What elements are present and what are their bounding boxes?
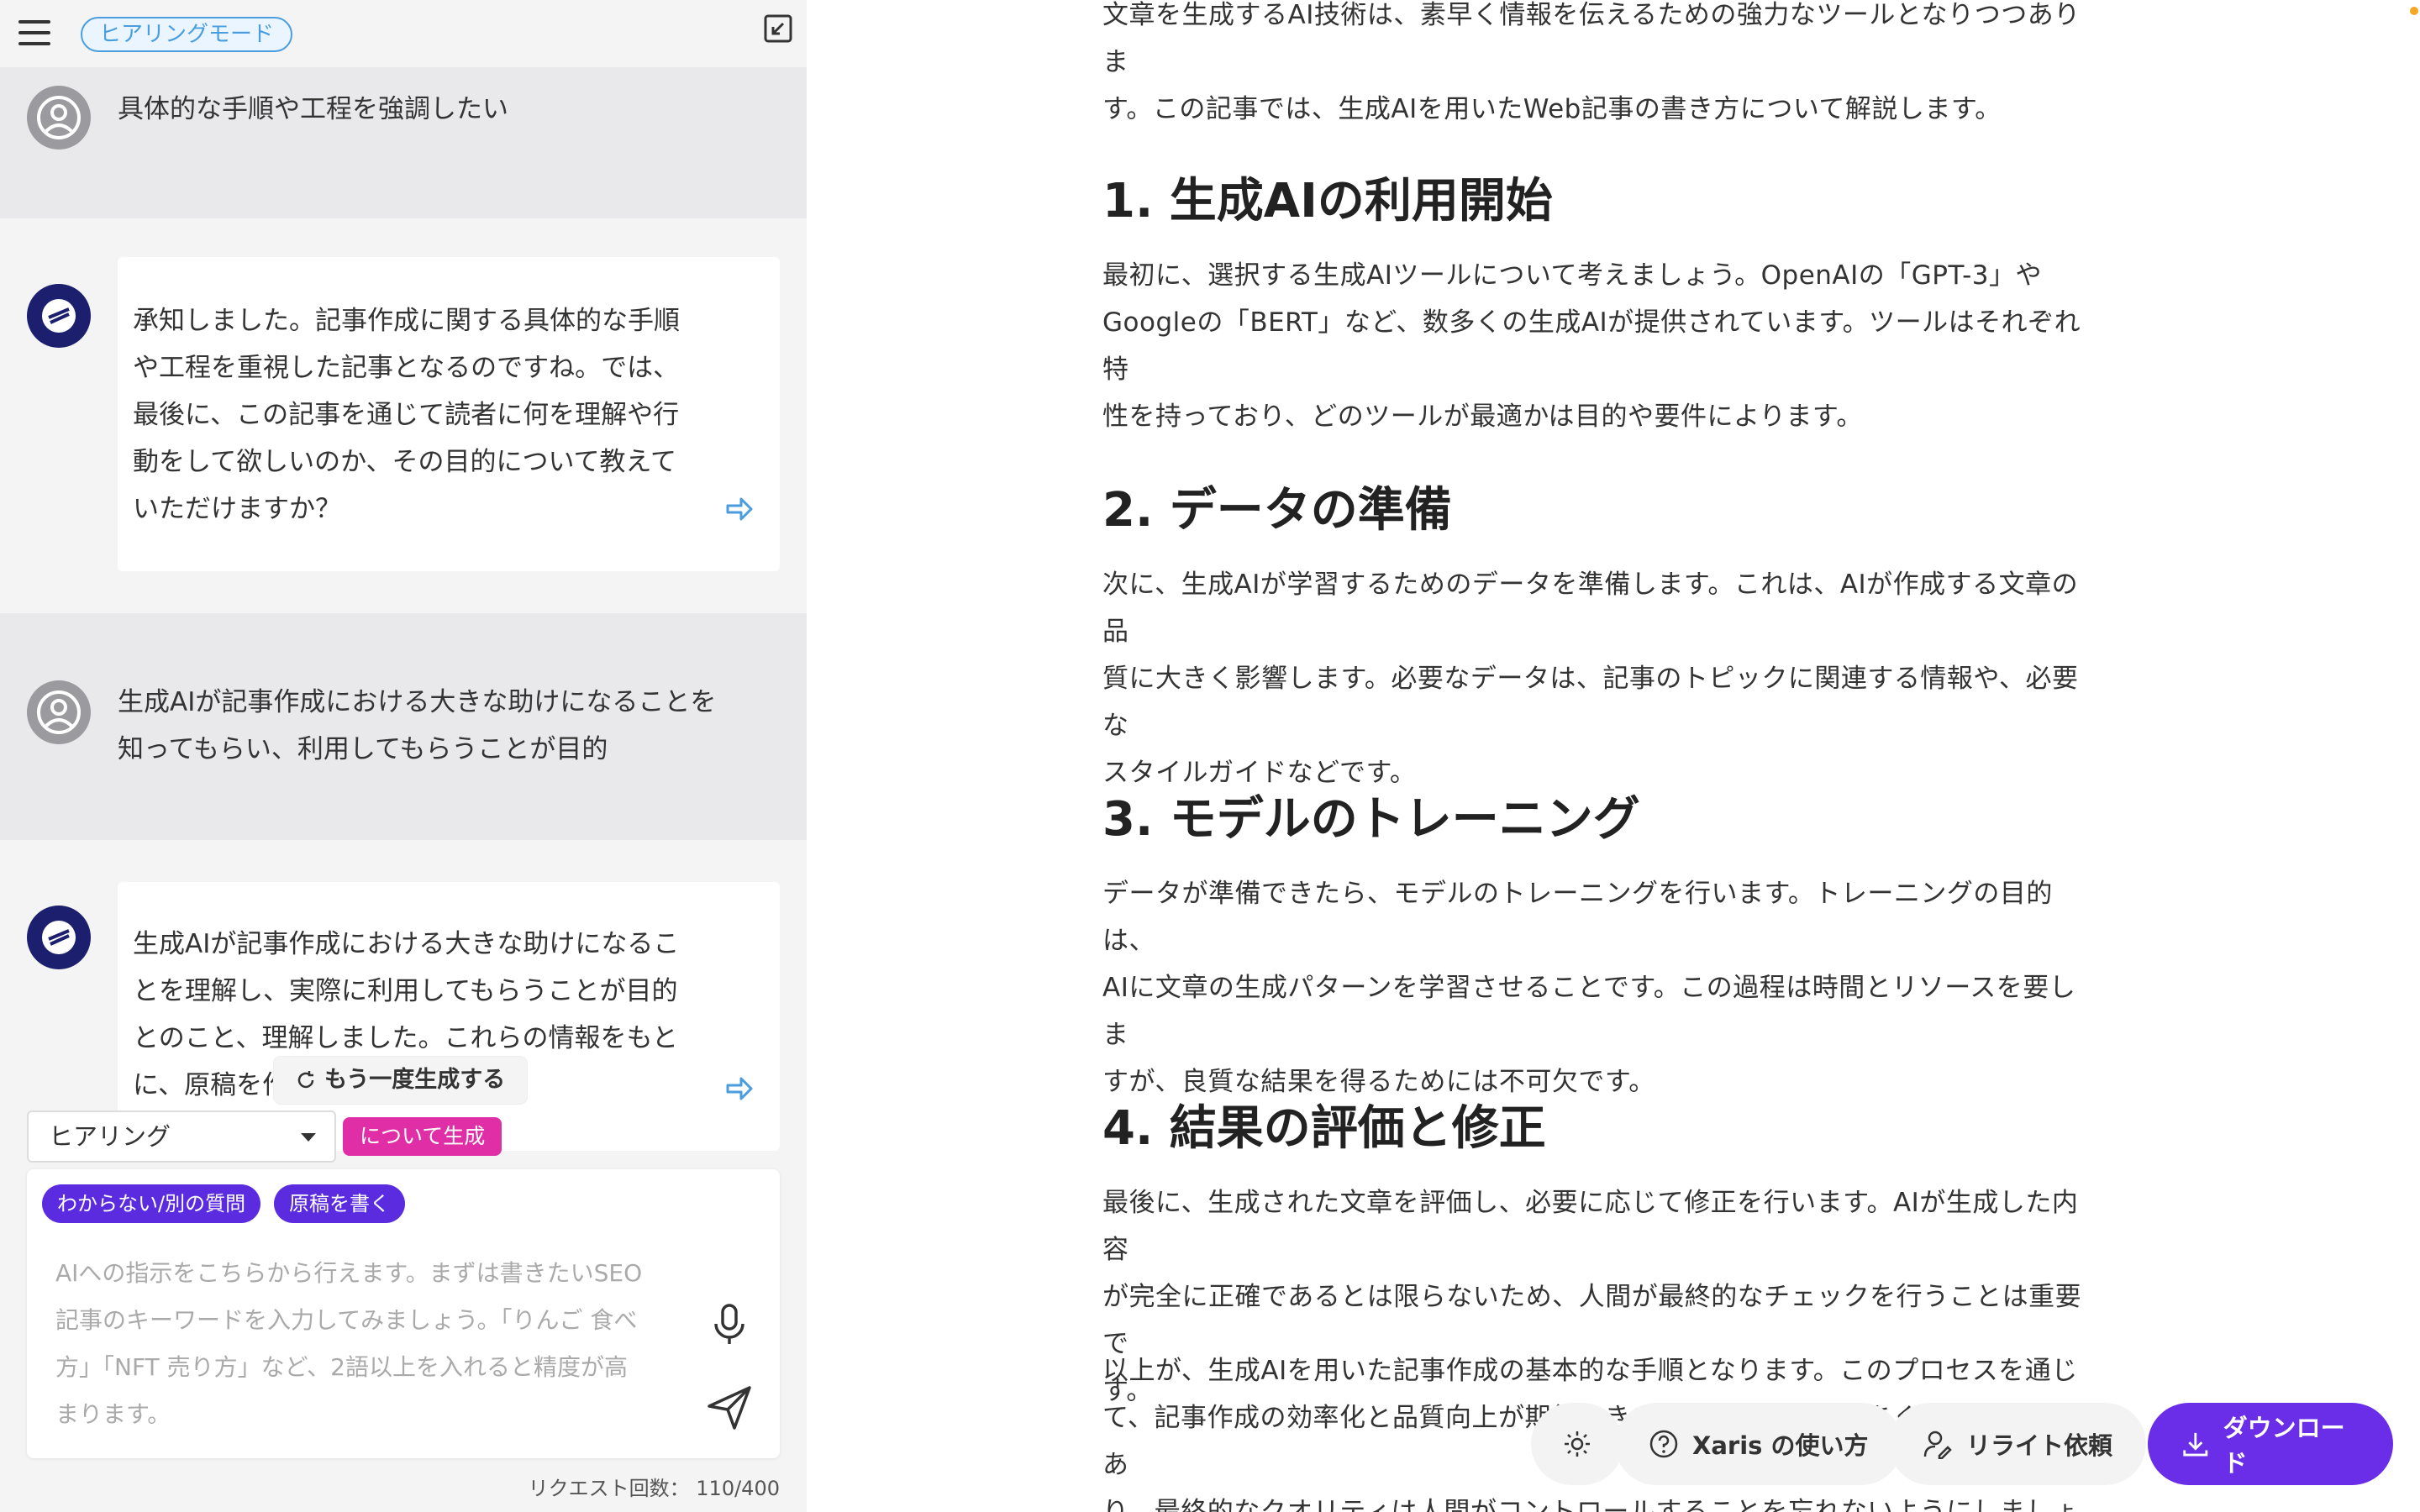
placeholder-line: まります。 bbox=[55, 1400, 171, 1428]
refresh-icon bbox=[297, 1071, 314, 1089]
chat-panel: ヒアリングモード 具体的な手順や工程を強調したい 承知しました。記事作成に関する… bbox=[0, 0, 807, 1512]
article-line: 最後に、生成された文章を評価し、必要に応じて修正を行います。AIが生成した内容 bbox=[1102, 1188, 2079, 1265]
section-body: 次に、生成AIが学習するためのデータを準備します。これは、AIが作成する文章の品… bbox=[1102, 561, 2094, 796]
article-panel: 文章を生成するAI技術は、素早く情報を伝えるための強力なツールとなりつつありま … bbox=[807, 0, 2420, 1512]
user-message: 生成AIが記事作成における大きな助けになることを 知ってもらい、利用してもらうこ… bbox=[0, 613, 807, 840]
user-message: 具体的な手順や工程を強調したい bbox=[0, 67, 807, 218]
article-line: Googleの「BERT」など、数多くの生成AIが提供されています。ツールはそれ… bbox=[1102, 307, 2081, 385]
status-dot bbox=[2410, 7, 2418, 15]
placeholder-line: 記事のキーワードを入力してみましょう。「りんご 食べ bbox=[55, 1306, 638, 1334]
download-button[interactable]: ダウンロード bbox=[2148, 1403, 2393, 1485]
regenerate-label: もう一度生成する bbox=[324, 1067, 506, 1093]
collapse-icon[interactable] bbox=[763, 13, 793, 44]
chip-write-draft[interactable]: 原稿を書く bbox=[274, 1184, 405, 1223]
user-avatar-icon bbox=[27, 86, 91, 150]
send-icon[interactable] bbox=[704, 1383, 755, 1433]
ai-text-line: や工程を重視した記事となるのですね。では、 bbox=[133, 353, 680, 383]
ai-text-line: 承知しました。記事作成に関する具体的な手順 bbox=[133, 306, 680, 336]
user-edit-icon bbox=[1923, 1431, 1952, 1459]
howto-label: Xaris の使い方 bbox=[1692, 1431, 1869, 1460]
user-avatar-icon bbox=[27, 680, 91, 744]
article-line: 質に大きく影響します。必要なデータは、記事のトピックに関連する情報や、必要な bbox=[1102, 664, 2079, 741]
howto-button[interactable]: Xaris の使い方 bbox=[1615, 1403, 1902, 1485]
section-heading: 3. モデルのトレーニング bbox=[1102, 792, 1640, 847]
article-line: 次に、生成AIが学習するためのデータを準備します。これは、AIが作成する文章の品 bbox=[1102, 570, 2079, 647]
ai-message: 承知しました。記事作成に関する具体的な手順 や工程を重視した記事となるのですね。… bbox=[0, 218, 807, 613]
help-icon bbox=[1649, 1430, 1678, 1458]
ai-text-line: とを理解し、実際に利用してもらうことが目的 bbox=[133, 976, 678, 1006]
placeholder-line: AIへの指示をこちらから行えます。まずは書きたいSEO bbox=[55, 1259, 643, 1287]
user-text-line: 知ってもらい、利用してもらうことが目的 bbox=[118, 734, 608, 764]
regenerate-button[interactable]: もう一度生成する bbox=[274, 1057, 528, 1104]
article-line: 文章を生成するAI技術は、素早く情報を伝えるための強力なツールとなりつつありま bbox=[1102, 0, 2081, 77]
share-arrow-icon[interactable] bbox=[724, 494, 755, 524]
prompt-input[interactable]: AIへの指示をこちらから行えます。まずは書きたいSEO 記事のキーワードを入力し… bbox=[55, 1250, 686, 1438]
ai-message-text: 承知しました。記事作成に関する具体的な手順 や工程を重視した記事となるのですね。… bbox=[133, 297, 704, 533]
chat-topbar: ヒアリングモード bbox=[0, 0, 807, 67]
chip-unknown-question[interactable]: わからない/別の質問 bbox=[42, 1184, 261, 1223]
ai-text-line: いただけますか？ bbox=[133, 494, 341, 524]
microphone-icon[interactable] bbox=[706, 1300, 753, 1347]
mode-badge: ヒアリングモード bbox=[81, 17, 293, 52]
article-intro: 文章を生成するAI技術は、素早く情報を伝えるための強力なツールとなりつつありま … bbox=[1102, 0, 2094, 133]
user-text-line: 生成AIが記事作成における大きな助けになることを bbox=[118, 687, 717, 717]
download-label: ダウンロード bbox=[2223, 1414, 2345, 1478]
download-icon bbox=[2183, 1432, 2208, 1457]
section-heading: 2. データの準備 bbox=[1102, 483, 1452, 538]
user-message-text: 生成AIが記事作成における大きな助けになることを 知ってもらい、利用してもらうこ… bbox=[118, 679, 716, 773]
ai-text-line: 最後に、この記事を通じて読者に何を理解や行 bbox=[133, 400, 680, 430]
menu-icon[interactable] bbox=[18, 20, 50, 45]
sun-icon bbox=[1565, 1431, 1590, 1457]
article-line: り、最終的なクオリティは人間がコントロールすることを忘れないようにしましょう。 bbox=[1102, 1497, 2079, 1512]
placeholder-line: 方」「NFT 売り方」など、2語以上を入れると精度が高 bbox=[55, 1353, 628, 1381]
mode-select-value: ヒアリング bbox=[49, 1122, 171, 1151]
ai-avatar-icon bbox=[27, 284, 91, 348]
article-line: 以上が、生成AIを用いた記事作成の基本的な手順となります。このプロセスを通じ bbox=[1102, 1356, 2078, 1386]
article-line: 性を持っており、どのツールが最適かは目的や要件によります。 bbox=[1102, 402, 1863, 432]
mode-select[interactable]: ヒアリング bbox=[27, 1110, 336, 1163]
section-body: データが準備できたら、モデルのトレーニングを行います。トレーニングの目的は、 A… bbox=[1102, 870, 2094, 1105]
article-line: 最初に、選択する生成AIツールについて考えましょう。OpenAIの「GPT-3」… bbox=[1102, 260, 2042, 291]
article-line: データが準備できたら、モデルのトレーニングを行います。トレーニングの目的は、 bbox=[1102, 879, 2053, 956]
ai-text-line: とのこと、理解しました。これらの情報をもと bbox=[133, 1023, 678, 1053]
rewrite-request-button[interactable]: リライト依頼 bbox=[1889, 1403, 2147, 1485]
ai-message-card: 承知しました。記事作成に関する具体的な手順 や工程を重視した記事となるのですね。… bbox=[118, 257, 780, 571]
rewrite-label: リライト依頼 bbox=[1966, 1431, 2113, 1460]
article-line: AIに文章の生成パターンを学習させることです。この過程は時間とリソースを要しま bbox=[1102, 973, 2076, 1050]
request-count: リクエスト回数： 110/400 bbox=[528, 1477, 780, 1500]
section-heading: 4. 結果の評価と修正 bbox=[1102, 1101, 1546, 1156]
share-arrow-icon[interactable] bbox=[724, 1074, 755, 1104]
ai-avatar-icon bbox=[27, 906, 91, 969]
theme-toggle-button[interactable] bbox=[1531, 1403, 1623, 1485]
composer: わからない/別の質問 原稿を書く AIへの指示をこちらから行えます。まずは書きた… bbox=[27, 1169, 780, 1458]
ai-text-line: 動をして欲しいのか、その目的について教えて bbox=[133, 447, 676, 477]
chevron-down-icon bbox=[301, 1133, 316, 1142]
article-line: す。この記事では、生成AIを用いたWeb記事の書き方について解説します。 bbox=[1102, 94, 2002, 124]
section-body: 最初に、選択する生成AIツールについて考えましょう。OpenAIの「GPT-3」… bbox=[1102, 252, 2094, 440]
ai-text-line: 生成AIが記事作成における大きな助けになるこ bbox=[133, 929, 680, 959]
user-message-text: 具体的な手順や工程を強調したい bbox=[118, 94, 508, 124]
section-heading: 1. 生成AIの利用開始 bbox=[1102, 174, 1553, 228]
generate-about-chip[interactable]: について生成 bbox=[343, 1117, 502, 1156]
